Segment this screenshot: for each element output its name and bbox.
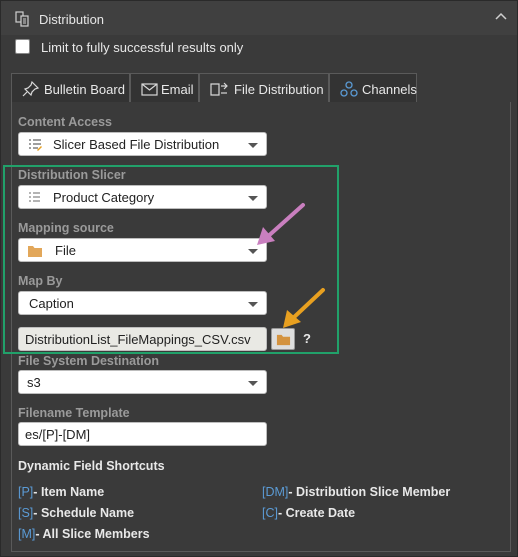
shortcut-name: Create Date [285, 506, 356, 520]
shortcut-key: [DM] [262, 485, 289, 499]
content-access-select[interactable]: Slicer Based File Distribution [18, 132, 267, 156]
shortcut-item[interactable]: [P]- Item Name [18, 485, 104, 499]
pink-arrow-annotation [257, 203, 305, 245]
shortcut-sep: - [35, 527, 43, 541]
list-edit-icon [29, 139, 42, 151]
chevron-down-icon [248, 302, 258, 307]
folder-icon [28, 246, 42, 257]
file-system-destination-value: s3 [27, 375, 41, 390]
shortcut-sep: - [288, 485, 297, 499]
map-by-label: Map By [18, 274, 63, 288]
orange-arrow-annotation [283, 288, 325, 328]
shortcut-item[interactable]: [S]- Schedule Name [18, 506, 134, 520]
content-access-label: Content Access [18, 115, 113, 129]
filename-template-value: es/[P]-[DM] [25, 427, 91, 442]
shortcut-sep: - [33, 485, 41, 499]
limit-checkbox[interactable] [15, 39, 30, 54]
distribution-panel: Distribution Limit to fully successful r… [0, 0, 518, 557]
tab-label: Bulletin Board [44, 82, 125, 97]
distribution-slicer-label: Distribution Slicer [18, 168, 126, 182]
folder-icon [276, 334, 291, 346]
tab-label: Email [161, 82, 194, 97]
tab-label: File Distribution [234, 82, 324, 97]
mapping-file-value: DistributionList_FileMappings_CSV.csv [25, 332, 251, 347]
filename-template-label: Filename Template [18, 406, 130, 420]
shortcuts-heading: Dynamic Field Shortcuts [18, 459, 165, 473]
chevron-down-icon [248, 143, 258, 148]
shortcut-item[interactable]: [C]- Create Date [262, 506, 355, 520]
list-icon [29, 192, 40, 202]
map-by-value: Caption [29, 296, 74, 311]
shortcut-item[interactable]: [M]- All Slice Members [18, 527, 150, 541]
file-system-destination-select[interactable]: s3 [18, 370, 267, 394]
shortcut-key: [M] [18, 527, 36, 541]
mapping-file-input[interactable]: DistributionList_FileMappings_CSV.csv [18, 327, 267, 351]
shortcut-item[interactable]: [DM]- Distribution Slice Member [262, 485, 450, 499]
shortcut-key: [P] [18, 485, 34, 499]
shortcut-sep: - [33, 506, 41, 520]
mapping-source-label: Mapping source [18, 221, 114, 235]
distribution-icon [15, 11, 29, 27]
file-distribution-icon [210, 82, 228, 96]
channels-icon [340, 81, 358, 97]
tab-bar: Bulletin Board Email File Distribution C… [11, 73, 511, 104]
tab-file-distribution[interactable]: File Distribution [199, 73, 329, 104]
shortcut-name: All Slice Members [42, 527, 150, 541]
map-by-select[interactable]: Caption [18, 291, 267, 315]
tab-channels[interactable]: Channels [329, 73, 417, 103]
file-system-destination-label: File System Destination [18, 354, 160, 368]
tab-label: Channels [362, 82, 417, 97]
shortcut-key: [S] [18, 506, 34, 520]
tab-email[interactable]: Email [130, 73, 199, 103]
mapping-source-value: File [55, 243, 76, 258]
content-access-value: Slicer Based File Distribution [53, 137, 220, 152]
distribution-slicer-select[interactable]: Product Category [18, 185, 267, 209]
shortcut-name: Distribution Slice Member [296, 485, 451, 499]
filename-template-input[interactable]: es/[P]-[DM] [18, 422, 267, 446]
shortcut-sep: - [277, 506, 286, 520]
chevron-down-icon [248, 381, 258, 386]
panel-title: Distribution [39, 12, 105, 27]
panel-header[interactable]: Distribution [1, 1, 517, 35]
limit-checkbox-label: Limit to fully successful results only [41, 40, 244, 55]
shortcut-name: Item Name [40, 485, 105, 499]
shortcut-key: [C] [262, 506, 278, 520]
distribution-slicer-value: Product Category [53, 190, 155, 205]
pin-icon [22, 81, 40, 97]
shortcut-name: Schedule Name [40, 506, 135, 520]
tab-bulletin-board[interactable]: Bulletin Board [11, 73, 130, 103]
email-icon [141, 83, 158, 96]
mapping-source-select[interactable]: File [18, 238, 267, 262]
chevron-up-icon[interactable] [493, 9, 509, 25]
